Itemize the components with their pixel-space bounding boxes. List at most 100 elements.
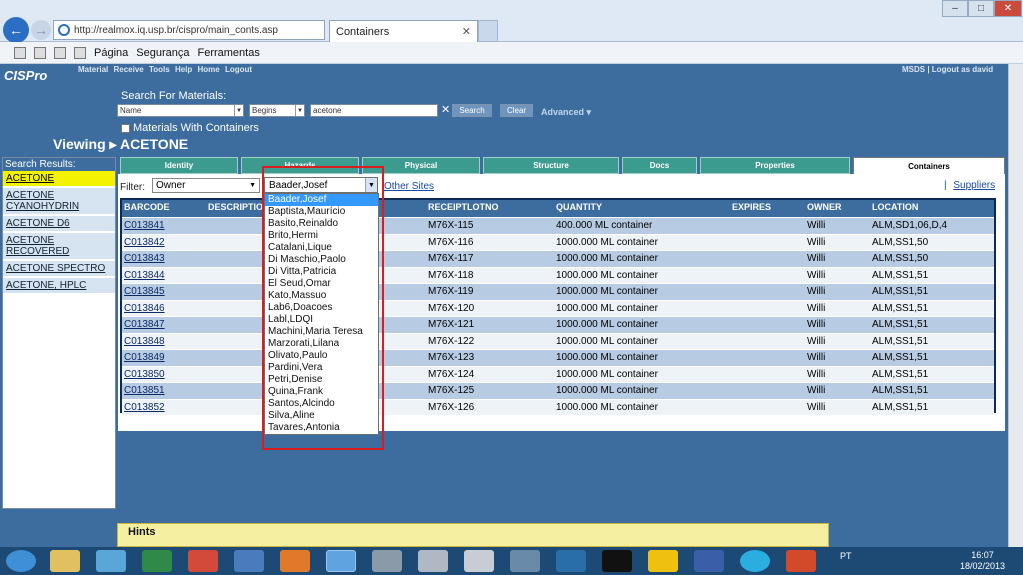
search-input[interactable]: acetone [310, 104, 438, 117]
skype-icon[interactable] [740, 550, 770, 572]
right-menu[interactable]: MSDS | Logout as david [902, 65, 993, 74]
result-item[interactable]: ACETONE, HPLC [3, 278, 115, 295]
clear-button[interactable]: Clear [500, 104, 533, 117]
table-row[interactable]: C013851 M76X-125 1000.000 ML container Will… [122, 382, 994, 399]
network-icon[interactable] [510, 550, 540, 572]
barcode-link[interactable]: C013850 [124, 369, 165, 380]
table-row[interactable]: C013849 M76X-123 1000.000 ML container Will… [122, 349, 994, 366]
menu-logout[interactable]: Logout [225, 65, 252, 74]
powerpoint-icon[interactable] [786, 550, 816, 572]
back-button[interactable]: ← [3, 17, 29, 43]
outlook-icon[interactable] [694, 550, 724, 572]
result-item[interactable]: ACETONE SPECTRO [3, 261, 115, 278]
calculator-icon[interactable] [464, 550, 494, 572]
result-item[interactable]: ACETONE CYANOHYDRIN [3, 188, 115, 216]
paint-icon[interactable] [418, 550, 448, 572]
document-icon[interactable] [372, 550, 402, 572]
table-row[interactable]: C013843 M76X-117 1000.000 ML container Will… [122, 250, 994, 267]
col-quantity: QUANTITY [556, 202, 602, 212]
toolbar-seguranca[interactable]: Segurança [136, 47, 189, 59]
internet-explorer-icon[interactable] [326, 550, 356, 572]
barcode-link[interactable]: C013842 [124, 237, 165, 248]
location-cell: ALM,SS1,50 [872, 236, 929, 248]
ap-icon[interactable] [648, 550, 678, 572]
result-item[interactable]: ACETONE RECOVERED [3, 233, 115, 261]
barcode-link[interactable]: C013843 [124, 253, 165, 264]
menu-tools[interactable]: Tools [149, 65, 170, 74]
toolbar-ferramentas[interactable]: Ferramentas [197, 47, 259, 59]
barcode-link[interactable]: C013849 [124, 352, 165, 363]
table-row[interactable]: C013846 M76X-120 1000.000 ML container Will… [122, 299, 994, 316]
barcode-link[interactable]: C013851 [124, 385, 165, 396]
tab-identity[interactable]: Identity [120, 157, 238, 174]
tab-structure[interactable]: Structure [483, 157, 619, 174]
table-row[interactable]: C013844 M76X-118 1000.000 ML container Will… [122, 266, 994, 283]
barcode-link[interactable]: C013852 [124, 402, 165, 413]
forward-button[interactable]: → [31, 20, 51, 40]
filter-select[interactable]: Owner ▼ [152, 178, 260, 193]
search-field-select[interactable]: Name ▼ [117, 104, 244, 117]
new-tab-button[interactable] [478, 20, 498, 42]
search-mode-select[interactable]: Begins ▼ [249, 104, 305, 117]
barcode-link[interactable]: C013841 [124, 220, 165, 231]
firefox-icon[interactable] [280, 550, 310, 572]
app-bird-icon[interactable] [142, 550, 172, 572]
table-row[interactable]: C013852 M76X-126 1000.000 ML container Will… [122, 398, 994, 415]
address-bar[interactable]: http://realmox.iq.usp.br/cispro/main_con… [53, 20, 325, 40]
clock[interactable]: 16:07 18/02/2013 [960, 550, 1005, 572]
tab-containers[interactable]: Containers [853, 157, 1005, 175]
itunes-icon[interactable] [234, 550, 264, 572]
search-results-header: Search Results: [3, 158, 115, 171]
search-button[interactable]: Search [452, 104, 492, 117]
result-item[interactable]: ACETONE D6 [3, 216, 115, 233]
menu-material[interactable]: Material [78, 65, 108, 74]
barcode-link[interactable]: C013848 [124, 336, 165, 347]
menu-receive[interactable]: Receive [113, 65, 143, 74]
table-row[interactable]: C013850 M76X-124 1000.000 ML container Will… [122, 365, 994, 382]
result-item[interactable]: ACETONE [3, 171, 115, 188]
with-containers-checkbox[interactable] [121, 123, 130, 133]
start-button[interactable] [6, 550, 36, 572]
barcode-link[interactable]: C013846 [124, 303, 165, 314]
system-tray-lang[interactable]: PT [840, 551, 852, 561]
table-row[interactable]: C013847 M76X-121 1000.000 ML container Will… [122, 316, 994, 333]
quantity-cell: 1000.000 ML container [556, 253, 658, 264]
menu-home[interactable]: Home [198, 65, 220, 74]
barcode-link[interactable]: C013844 [124, 270, 165, 281]
owner-cell: Willi [807, 286, 826, 297]
feeds-icon[interactable] [34, 46, 46, 59]
toolbar-pagina[interactable]: Página [94, 47, 128, 59]
browser-tab[interactable]: Containers ✕ [329, 20, 478, 42]
tab-docs[interactable]: Docs [622, 157, 697, 174]
messenger-icon[interactable] [556, 550, 586, 572]
dropbox-icon[interactable] [96, 550, 126, 572]
mail-icon[interactable] [54, 46, 66, 59]
with-containers-option[interactable]: Materials With Containers [121, 122, 259, 134]
advanced-link[interactable]: Advanced ▾ [541, 107, 591, 118]
close-window-button[interactable]: ✕ [994, 0, 1022, 17]
table-row[interactable]: C013848 M76X-122 1000.000 ML container Will… [122, 332, 994, 349]
chevron-down-icon: ▼ [249, 182, 256, 189]
barcode-link[interactable]: C013847 [124, 319, 165, 330]
suppliers-link[interactable]: | Suppliers [944, 180, 995, 191]
chrome-icon[interactable] [188, 550, 218, 572]
table-row[interactable]: C013842 M76X-116 1000.000 ML container Will… [122, 233, 994, 250]
table-row[interactable]: C013841 M76X-115 400.000 ML container Willi… [122, 217, 994, 234]
table-row[interactable]: C013845 M76X-119 1000.000 ML container Will… [122, 283, 994, 300]
page-scrollbar[interactable] [1008, 64, 1023, 547]
explorer-icon[interactable] [50, 550, 80, 572]
clear-search-icon[interactable]: ✕ [441, 103, 450, 116]
menu-help[interactable]: Help [175, 65, 192, 74]
print-icon[interactable] [74, 46, 86, 59]
tab-properties[interactable]: Properties [700, 157, 850, 174]
lot-cell: M76X-123 [428, 352, 475, 363]
lot-cell: M76X-122 [428, 335, 475, 347]
barcode-link[interactable]: C013845 [124, 286, 165, 297]
maximize-button[interactable]: □ [968, 0, 994, 17]
cmd-icon[interactable] [602, 550, 632, 572]
close-tab-icon[interactable]: ✕ [462, 25, 471, 38]
home-icon[interactable] [14, 46, 26, 59]
other-sites-link[interactable]: Other Sites [384, 181, 434, 192]
owner-cell: Willi [807, 385, 826, 396]
minimize-button[interactable]: – [942, 0, 968, 17]
